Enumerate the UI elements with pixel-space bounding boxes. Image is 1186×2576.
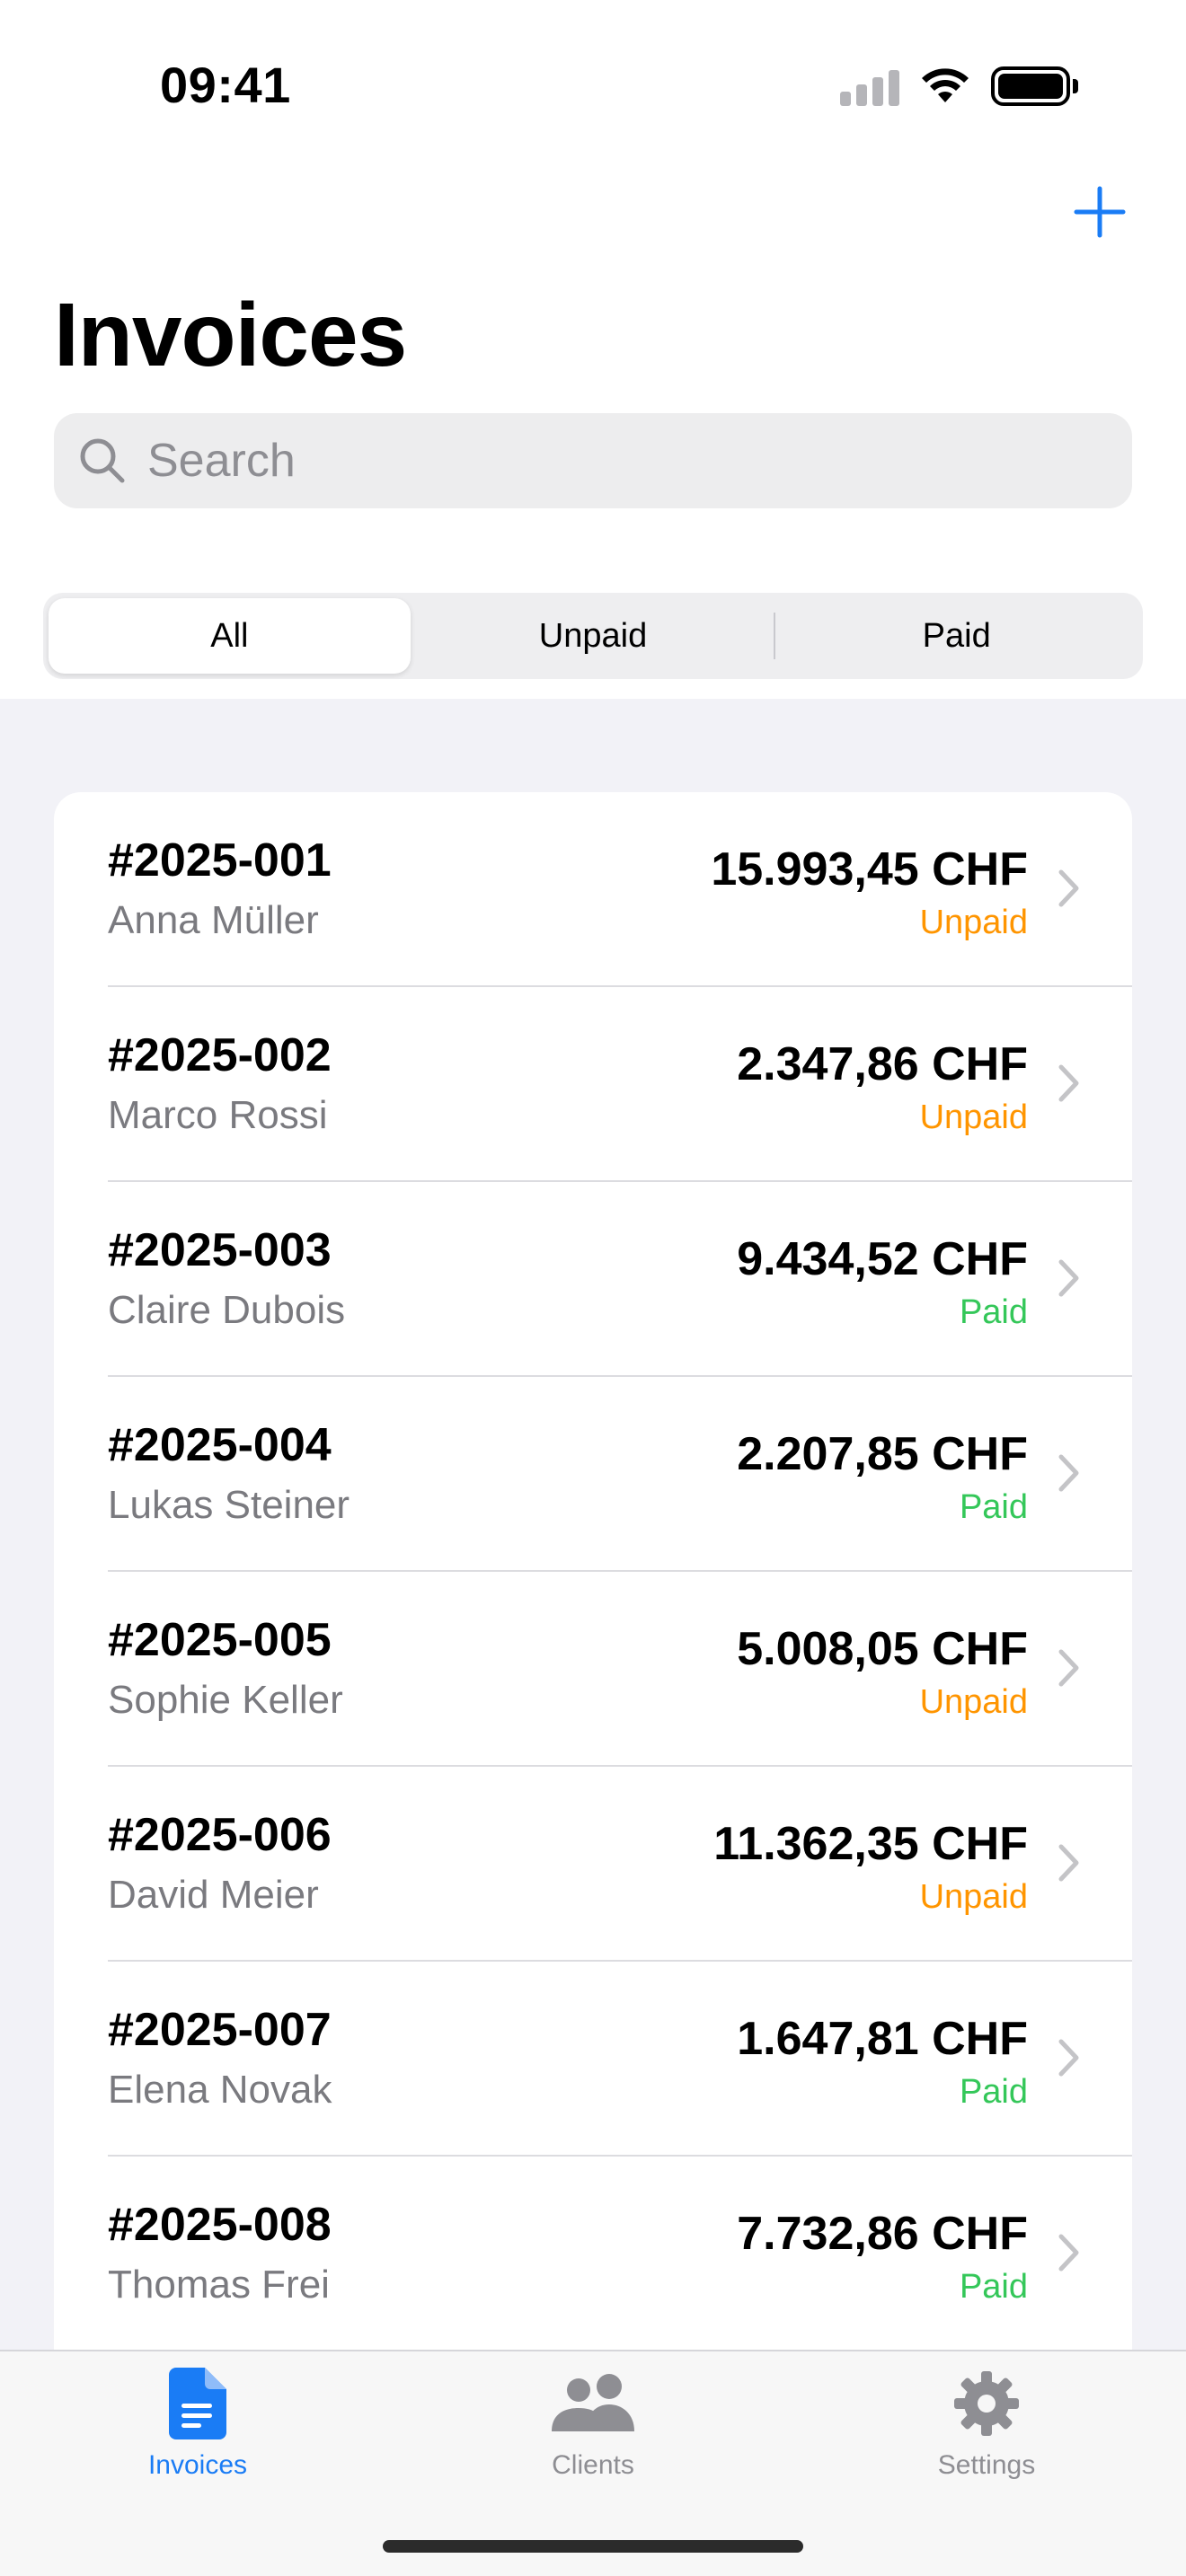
tab-clients[interactable]: Clients [503,2366,683,2501]
status-time: 09:41 [160,57,291,113]
status-icons [840,65,1078,108]
invoice-number: #2025-004 [108,1419,332,1471]
invoice-client: Sophie Keller [108,1678,343,1722]
invoice-row[interactable]: #2025-004 Lukas Steiner 2.207,85 CHF Pai… [54,1377,1132,1572]
invoice-amount: 2.347,86 CHF [737,1038,1028,1090]
invoice-row[interactable]: #2025-008 Thomas Frei 7.732,86 CHF Paid [54,2157,1132,2351]
tab-invoices[interactable]: Invoices [108,2366,288,2501]
chevron-right-icon [1057,868,1082,909]
cellular-signal-icon [840,66,899,106]
tab-label: Invoices [147,2450,248,2480]
invoice-number: #2025-001 [108,834,332,887]
wifi-icon [922,68,969,102]
invoice-status: Unpaid [919,1878,1028,1916]
chevron-right-icon [1057,1842,1082,1883]
segment-unpaid[interactable]: Unpaid [412,598,774,674]
search-bar[interactable] [54,413,1132,508]
invoice-client: Thomas Frei [108,2263,330,2307]
segment-paid[interactable]: Paid [775,598,1137,674]
invoice-number: #2025-006 [108,1809,332,1861]
add-invoice-button[interactable] [1073,185,1127,239]
invoice-status: Paid [959,1488,1028,1526]
invoice-client: Claire Dubois [108,1288,346,1332]
invoice-number: #2025-005 [108,1614,332,1666]
invoice-number: #2025-002 [108,1029,332,1081]
tab-label: Clients [552,2450,634,2480]
invoice-number: #2025-008 [108,2199,332,2251]
invoice-status: Paid [959,1293,1028,1331]
invoice-list: #2025-001 Anna Müller 15.993,45 CHF Unpa… [54,792,1132,2351]
header: 09:41 Invoices Search All Unpaid Paid [0,0,1186,699]
chevron-right-icon [1057,1647,1082,1689]
invoice-status: Paid [959,2268,1028,2306]
invoice-amount: 7.732,86 CHF [737,2208,1028,2260]
invoice-status: Unpaid [919,904,1028,941]
invoice-status: Paid [959,2073,1028,2111]
invoice-client: Marco Rossi [108,1093,328,1137]
invoice-client: Lukas Steiner [108,1483,350,1527]
status-bar: 09:41 [0,0,1186,171]
invoice-row[interactable]: #2025-002 Marco Rossi 2.347,86 CHF Unpai… [54,987,1132,1182]
invoice-row[interactable]: #2025-005 Sophie Keller 5.008,05 CHF Unp… [54,1572,1132,1767]
tab-label: Settings [937,2450,1036,2480]
invoice-row[interactable]: #2025-007 Elena Novak 1.647,81 CHF Paid [54,1962,1132,2157]
chevron-right-icon [1057,1452,1082,1494]
page-title: Invoices [54,285,407,385]
battery-icon [991,66,1078,106]
invoices-screen: 09:41 Invoices Search All Unpaid Paid #2… [0,0,1186,2576]
invoice-client: David Meier [108,1873,319,1917]
invoice-row[interactable]: #2025-003 Claire Dubois 9.434,52 CHF Pai… [54,1182,1132,1377]
invoice-amount: 9.434,52 CHF [737,1233,1028,1285]
status-filter-segmented-control: All Unpaid Paid [43,593,1143,679]
invoice-amount: 15.993,45 CHF [711,843,1028,895]
invoice-number: #2025-007 [108,2004,332,2056]
plus-icon [1074,186,1126,238]
search-input[interactable] [147,434,1091,488]
invoice-amount: 11.362,35 CHF [713,1818,1028,1870]
tab-settings[interactable]: Settings [897,2366,1076,2501]
chevron-right-icon [1057,1257,1082,1299]
invoice-row[interactable]: #2025-006 David Meier 11.362,35 CHF Unpa… [54,1767,1132,1962]
people-icon [548,2366,638,2441]
invoice-amount: 5.008,05 CHF [737,1623,1028,1675]
chevron-right-icon [1057,2232,1082,2273]
invoice-row[interactable]: #2025-001 Anna Müller 15.993,45 CHF Unpa… [54,792,1132,987]
invoice-client: Elena Novak [108,2068,332,2112]
invoice-client: Anna Müller [108,898,319,942]
invoice-status: Unpaid [919,1098,1028,1136]
invoice-amount: 2.207,85 CHF [737,1428,1028,1480]
invoice-amount: 1.647,81 CHF [737,2013,1028,2065]
chevron-right-icon [1057,2037,1082,2078]
search-icon [80,438,125,483]
invoice-number: #2025-003 [108,1224,332,1276]
gear-icon [942,2366,1031,2441]
chevron-right-icon [1057,1063,1082,1104]
segment-all[interactable]: All [49,598,411,674]
document-icon [153,2366,243,2441]
invoice-status: Unpaid [919,1683,1028,1721]
home-indicator [383,2540,803,2553]
